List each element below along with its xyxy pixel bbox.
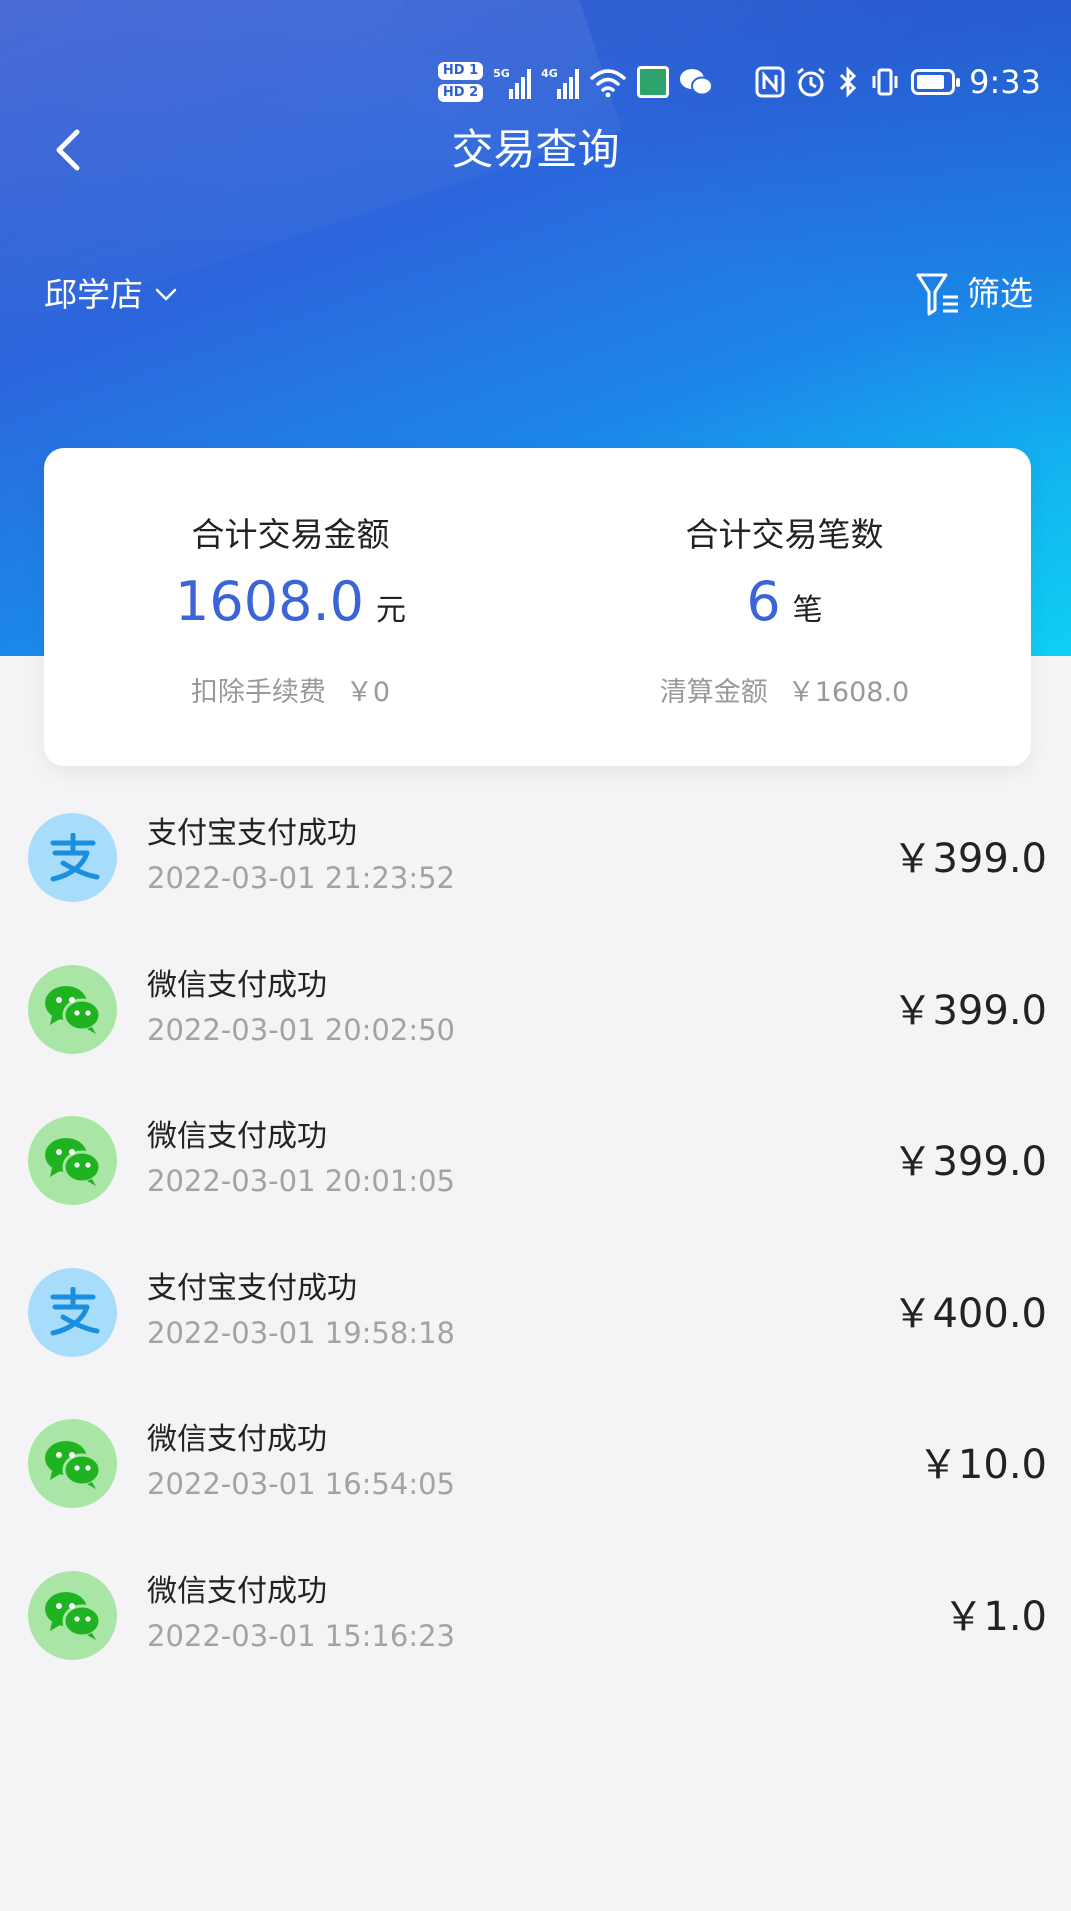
transaction-amount: ￥1.0 xyxy=(943,1593,1047,1640)
total-amount-number: 1608.0 xyxy=(175,570,364,633)
filter-label: 筛选 xyxy=(967,274,1033,313)
total-count-label: 合计交易笔数 xyxy=(685,515,884,554)
transaction-title: 微信支付成功 xyxy=(147,1422,327,1457)
transaction-amount: ￥399.0 xyxy=(892,836,1047,882)
wifi-icon xyxy=(590,69,626,98)
transaction-title: 微信支付成功 xyxy=(147,1119,327,1154)
store-selector[interactable]: 邱学店 xyxy=(44,272,177,318)
clock: 9:33 xyxy=(969,63,1041,101)
transaction-time: 2022-03-01 19:58:18 xyxy=(147,1315,455,1350)
filter-button[interactable]: 筛选 xyxy=(915,266,1033,322)
transaction-amount: ￥399.0 xyxy=(892,1139,1047,1185)
transaction-title: 微信支付成功 xyxy=(147,967,327,1003)
wechat-pay-icon xyxy=(44,1137,101,1186)
transaction-row[interactable]: 微信支付成功 2022-03-01 20:01:05 ￥399.0 xyxy=(0,1103,1071,1255)
page-title: 交易查询 xyxy=(451,125,620,174)
wechat-pay-icon xyxy=(44,986,101,1034)
payment-method-badge xyxy=(28,964,117,1054)
fee-label: 扣除手续费 xyxy=(190,677,326,708)
transaction-amount: ￥10.0 xyxy=(917,1442,1047,1488)
chevron-down-icon xyxy=(155,288,177,301)
transaction-row[interactable]: 支付宝支付成功 2022-03-01 19:58:18 ￥400.0 xyxy=(0,1255,1071,1407)
battery-level xyxy=(917,75,945,89)
payment-method-badge xyxy=(28,1116,117,1205)
payment-method-badge xyxy=(28,1570,117,1660)
total-amount-label: 合计交易金额 xyxy=(191,515,390,554)
alarm-icon xyxy=(797,67,826,97)
filter-icon xyxy=(916,273,958,316)
vibrate-icon xyxy=(872,68,898,96)
battery-icon xyxy=(911,69,961,95)
status-bar: HD 1 HD 2 5G 4G 9:33 xyxy=(437,52,1041,112)
transaction-time: 2022-03-01 20:01:05 xyxy=(147,1164,455,1198)
alipay-icon xyxy=(50,832,99,881)
hd1-badge: HD 1 xyxy=(437,62,484,80)
signal-5g-icon: 5G xyxy=(493,65,532,99)
settlement-info: 清算金额 ￥1608.0 xyxy=(538,670,1031,709)
hd-indicators: HD 1 HD 2 xyxy=(437,62,484,102)
total-amount-unit: 元 xyxy=(375,593,406,628)
transaction-list: 支付宝支付成功 2022-03-01 21:23:52 ￥399.0 微信支付成… xyxy=(0,800,1071,1709)
fee-amount: ￥0 xyxy=(345,677,391,708)
transaction-row[interactable]: 微信支付成功 2022-03-01 16:54:05 ￥10.0 xyxy=(0,1406,1071,1558)
transaction-title: 微信支付成功 xyxy=(147,1573,327,1609)
transaction-row[interactable]: 微信支付成功 2022-03-01 20:02:50 ￥399.0 xyxy=(0,952,1071,1104)
transaction-title: 支付宝支付成功 xyxy=(147,1270,357,1306)
payment-method-badge xyxy=(28,813,117,902)
total-count-number: 6 xyxy=(746,570,781,633)
total-amount-value: 1608.0 元 xyxy=(44,570,537,643)
hd2-badge: HD 2 xyxy=(437,84,484,102)
store-name: 邱学店 xyxy=(44,275,143,314)
app-notification-icon xyxy=(637,66,670,98)
wechat-pay-icon xyxy=(44,1592,101,1640)
transaction-time: 2022-03-01 15:16:23 xyxy=(147,1618,455,1653)
total-count-section: 合计交易笔数 6笔 清算金额 ￥1608.0 xyxy=(538,448,1031,766)
bluetooth-icon xyxy=(840,66,857,98)
total-count-unit: 笔 xyxy=(792,593,823,628)
settle-amount: ￥1608.0 xyxy=(787,677,910,708)
payment-method-badge xyxy=(28,1267,117,1357)
payment-method-badge xyxy=(28,1419,117,1508)
nfc-icon xyxy=(755,66,785,98)
fee-info: 扣除手续费 ￥0 xyxy=(44,670,537,709)
summary-card: 合计交易金额 1608.0 元 扣除手续费 ￥0 合计交易笔数 6笔 清算金额 ￥16… xyxy=(44,448,1031,766)
total-count-value: 6笔 xyxy=(538,570,1031,643)
alipay-icon xyxy=(50,1287,99,1336)
wechat-notification-icon xyxy=(680,69,714,96)
total-amount-section: 合计交易金额 1608.0 元 扣除手续费 ￥0 xyxy=(44,448,537,766)
transaction-row[interactable]: 支付宝支付成功 2022-03-01 21:23:52 ￥399.0 xyxy=(0,800,1071,952)
settle-label: 清算金额 xyxy=(659,677,768,708)
transaction-row[interactable]: 微信支付成功 2022-03-01 15:16:23 ￥1.0 xyxy=(0,1558,1071,1710)
transaction-time: 2022-03-01 16:54:05 xyxy=(147,1467,455,1501)
wechat-pay-icon xyxy=(44,1440,101,1489)
transaction-title: 支付宝支付成功 xyxy=(147,816,357,851)
transaction-time: 2022-03-01 21:23:52 xyxy=(147,861,455,895)
signal-4g-icon: 4G xyxy=(541,65,580,99)
transaction-time: 2022-03-01 20:02:50 xyxy=(147,1012,455,1047)
transaction-amount: ￥399.0 xyxy=(892,987,1047,1034)
transaction-amount: ￥400.0 xyxy=(892,1290,1047,1337)
